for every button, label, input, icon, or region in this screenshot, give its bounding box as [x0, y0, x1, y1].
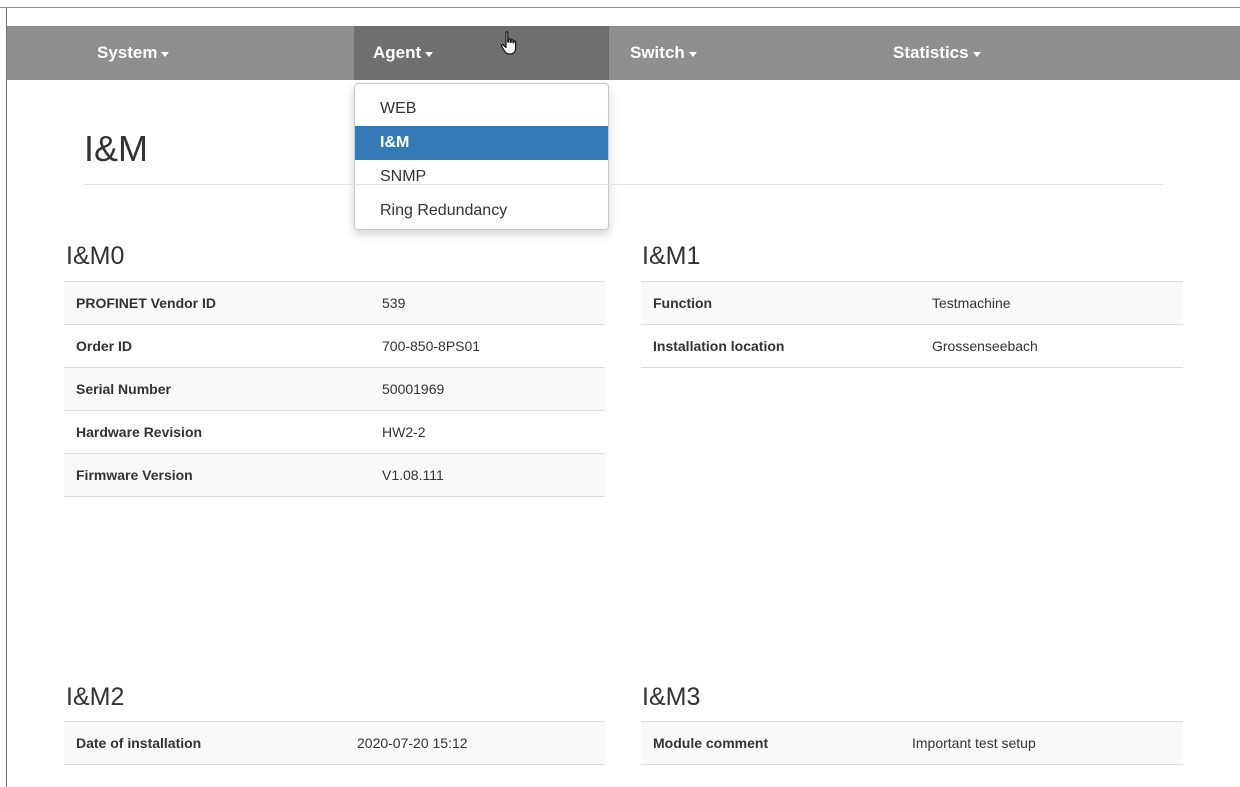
menu-item-im[interactable]: I&M: [355, 126, 608, 160]
caret-down-icon: [161, 51, 170, 57]
row-value: 50001969: [370, 367, 605, 411]
table-im0: PROFINET Vendor ID 539 Order ID 700-850-8P…: [64, 281, 605, 497]
row-key: Installation location: [641, 324, 920, 368]
table-row: PROFINET Vendor ID 539: [64, 281, 605, 325]
nav-switch[interactable]: Switch: [630, 26, 697, 80]
nav-agent[interactable]: Agent: [354, 26, 609, 80]
table-row: Function Testmachine: [641, 281, 1183, 325]
table-im1: Function Testmachine Installation locatio…: [641, 281, 1183, 368]
table-im3: Module comment Important test setup: [641, 721, 1183, 765]
row-value: Grossenseebach: [920, 324, 1183, 368]
row-key: PROFINET Vendor ID: [64, 281, 370, 325]
nav-statistics[interactable]: Statistics: [893, 26, 981, 80]
title-divider: [84, 184, 1163, 185]
row-key: Hardware Revision: [64, 410, 370, 454]
row-value: 2020-07-20 15:12: [345, 721, 605, 765]
row-value: V1.08.111: [370, 453, 605, 497]
table-row: Date of installation 2020-07-20 15:12: [64, 721, 605, 765]
row-key: Date of installation: [64, 721, 345, 765]
row-value: Important test setup: [900, 721, 1183, 765]
row-key: Function: [641, 281, 920, 325]
row-value: Testmachine: [920, 281, 1183, 325]
row-value: 539: [370, 281, 605, 325]
row-key: Order ID: [64, 324, 370, 368]
top-navbar: System Agent Switch Statistics: [7, 26, 1240, 80]
section-title-im1: I&M1: [642, 242, 701, 270]
window-frame-top: [0, 0, 1240, 8]
row-key: Firmware Version: [64, 453, 370, 497]
table-row: Module comment Important test setup: [641, 721, 1183, 765]
table-row: Hardware Revision HW2-2: [64, 410, 605, 454]
row-value: 700-850-8PS01: [370, 324, 605, 368]
table-im2: Date of installation 2020-07-20 15:12: [64, 721, 605, 765]
caret-down-icon: [425, 51, 434, 57]
table-row: Installation location Grossenseebach: [641, 324, 1183, 368]
menu-item-snmp[interactable]: SNMP: [355, 160, 608, 194]
page-title: I&M: [84, 128, 149, 169]
section-title-im0: I&M0: [66, 242, 125, 270]
window-frame-left: [6, 8, 7, 787]
table-row: Firmware Version V1.08.111: [64, 453, 605, 497]
row-key: Module comment: [641, 721, 900, 765]
hand-pointer-icon: [500, 31, 517, 55]
caret-down-icon: [972, 51, 981, 57]
table-row: Order ID 700-850-8PS01: [64, 324, 605, 368]
agent-dropdown-menu: WEB I&M SNMP Ring Redundancy: [354, 83, 609, 230]
table-row: Serial Number 50001969: [64, 367, 605, 411]
nav-system-label: System: [97, 43, 158, 62]
nav-statistics-label: Statistics: [893, 43, 969, 62]
nav-system[interactable]: System: [97, 26, 170, 80]
row-value: HW2-2: [370, 410, 605, 454]
caret-down-icon: [688, 51, 697, 57]
section-title-im2: I&M2: [66, 683, 125, 711]
nav-switch-label: Switch: [630, 43, 685, 62]
nav-agent-label: Agent: [373, 43, 422, 62]
section-title-im3: I&M3: [642, 683, 701, 711]
menu-item-web[interactable]: WEB: [355, 92, 608, 126]
row-key: Serial Number: [64, 367, 370, 411]
menu-item-ring-redundancy[interactable]: Ring Redundancy: [355, 194, 608, 228]
